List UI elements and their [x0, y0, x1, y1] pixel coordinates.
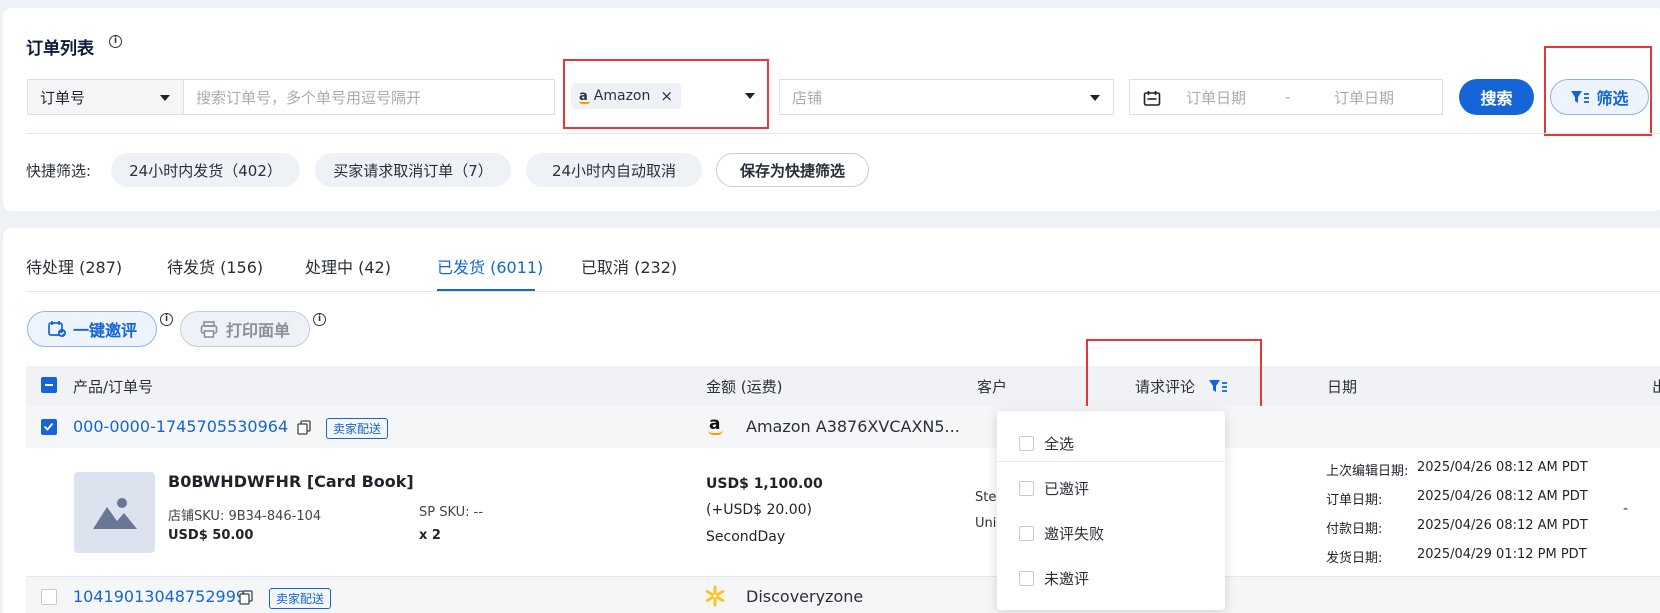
customer-country: Uni [975, 516, 997, 531]
search-button[interactable]: 搜索 [1459, 79, 1534, 115]
printer-icon [200, 320, 218, 338]
chevron-down-icon [160, 95, 170, 101]
order-type-select[interactable]: 订单号 [27, 79, 184, 115]
copy-icon[interactable] [297, 420, 311, 435]
date-label: 订单日期: [1326, 493, 1383, 508]
search-placeholder: 搜索订单号，多个单号用逗号隔开 [196, 88, 422, 107]
tab-processing[interactable]: 处理中 (42) [305, 254, 391, 278]
highlight-filter [1544, 46, 1652, 136]
row-checkbox[interactable] [41, 419, 57, 435]
info-icon[interactable]: i [313, 313, 326, 326]
date-range-picker[interactable]: 订单日期 - 订单日期 [1129, 79, 1443, 115]
tab-shipped[interactable]: 已发货 (6011) [437, 254, 543, 278]
extra-value: - [1623, 501, 1629, 517]
product-title: B0BWHDWFHR [Card Book] [168, 472, 414, 491]
column-amount: 金额 (运费) [706, 378, 783, 396]
amazon-icon: a [706, 414, 726, 438]
date-value: 2025/04/26 08:12 AM PDT [1417, 460, 1588, 475]
quick-chip-cancel-request[interactable]: 买家请求取消订单（7） [315, 153, 511, 187]
divider [26, 133, 1660, 134]
option-checkbox[interactable] [1019, 526, 1034, 541]
option-checkbox[interactable] [1019, 436, 1034, 451]
fulfillment-tag: 卖家配送 [269, 588, 332, 609]
calendar-icon [1143, 91, 1161, 106]
invite-review-button[interactable]: 一键邀评 [27, 311, 157, 347]
date-value: 2025/04/26 08:12 AM PDT [1417, 489, 1588, 504]
column-date: 日期 [1327, 378, 1358, 396]
review-option-all[interactable]: 全选 [1019, 433, 1074, 454]
review-icon [48, 321, 66, 337]
walmart-icon [705, 585, 725, 607]
shipping-fee: (+USD$ 20.00) [706, 502, 813, 518]
date-separator: - [1285, 88, 1291, 106]
product-image-placeholder [74, 472, 155, 553]
review-filter-dropdown: 全选 已邀评 邀评失败 未邀评 [997, 411, 1225, 610]
date-end: 订单日期 [1334, 88, 1395, 107]
fulfillment-tag: 卖家配送 [326, 418, 389, 439]
tabs-divider [26, 291, 1660, 292]
select-all-checkbox[interactable] [41, 377, 57, 393]
review-option-not-invited[interactable]: 未邀评 [1019, 568, 1089, 589]
date-label: 付款日期: [1326, 522, 1383, 537]
option-label: 未邀评 [1044, 570, 1090, 588]
quick-chip-auto-cancel[interactable]: 24小时内自动取消 [526, 153, 702, 187]
image-icon [92, 497, 137, 529]
option-label: 邀评失败 [1044, 525, 1105, 543]
quick-filter-label: 快捷筛选: [26, 162, 92, 180]
page-title: 订单列表 [26, 39, 94, 59]
column-extra: 出 [1652, 378, 1660, 396]
tab-to-ship[interactable]: 待发货 (156) [167, 254, 263, 278]
store-name: Amazon A3876XVCAXN5... [746, 417, 960, 436]
store-select[interactable]: 店铺 [779, 79, 1114, 115]
quantity: x 2 [419, 528, 441, 543]
date-value: 2025/04/26 08:12 AM PDT [1417, 518, 1588, 533]
tab-cancelled[interactable]: 已取消 (232) [581, 254, 677, 278]
print-label-button[interactable]: 打印面单 [180, 311, 310, 347]
table-header [26, 366, 1660, 406]
review-option-failed[interactable]: 邀评失败 [1019, 523, 1104, 544]
quick-chip-ship-24h[interactable]: 24小时内发货（402） [111, 153, 300, 187]
print-label-text: 打印面单 [225, 321, 290, 340]
unit-price: USD$ 50.00 [168, 528, 254, 543]
date-value: 2025/04/29 01:12 PM PDT [1417, 547, 1587, 562]
order-number-link[interactable]: 10419013048752999 [73, 587, 246, 606]
copy-icon[interactable] [239, 590, 253, 605]
tab-pending[interactable]: 待处理 (287) [26, 254, 122, 278]
info-icon[interactable]: i [160, 313, 173, 326]
invite-review-label: 一键邀评 [72, 321, 137, 340]
row-checkbox[interactable] [41, 589, 57, 605]
sp-sku: SP SKU: -- [419, 505, 484, 520]
store-placeholder: 店铺 [792, 88, 823, 107]
column-customer: 客户 [977, 378, 1008, 396]
order-number-link[interactable]: 000-0000-1745705530964 [73, 417, 288, 436]
option-label: 全选 [1044, 435, 1075, 453]
date-start: 订单日期 [1186, 88, 1247, 107]
date-label: 上次编辑日期: [1326, 464, 1409, 479]
store-sku: 店铺SKU: 9B34-846-104 [168, 509, 322, 524]
info-icon[interactable]: i [109, 35, 122, 48]
highlight-review-column [1086, 339, 1262, 416]
customer-name: Ste [975, 490, 997, 505]
highlight-platform [563, 59, 769, 129]
save-quick-filter-button[interactable]: 保存为快捷筛选 [716, 153, 869, 187]
review-option-invited[interactable]: 已邀评 [1019, 478, 1089, 499]
column-product: 产品/订单号 [73, 378, 154, 396]
option-checkbox[interactable] [1019, 481, 1034, 496]
chevron-down-icon [1090, 95, 1100, 101]
order-type-value: 订单号 [40, 88, 86, 107]
store-name: Discoveryzone [746, 587, 864, 606]
order-amount: USD$ 1,100.00 [706, 476, 823, 492]
shipping-method: SecondDay [706, 529, 786, 545]
date-label: 发货日期: [1326, 551, 1383, 566]
dropdown-divider [997, 461, 1225, 462]
order-search-input[interactable]: 搜索订单号，多个单号用逗号隔开 [183, 79, 555, 115]
option-label: 已邀评 [1044, 480, 1090, 498]
option-checkbox[interactable] [1019, 571, 1034, 586]
